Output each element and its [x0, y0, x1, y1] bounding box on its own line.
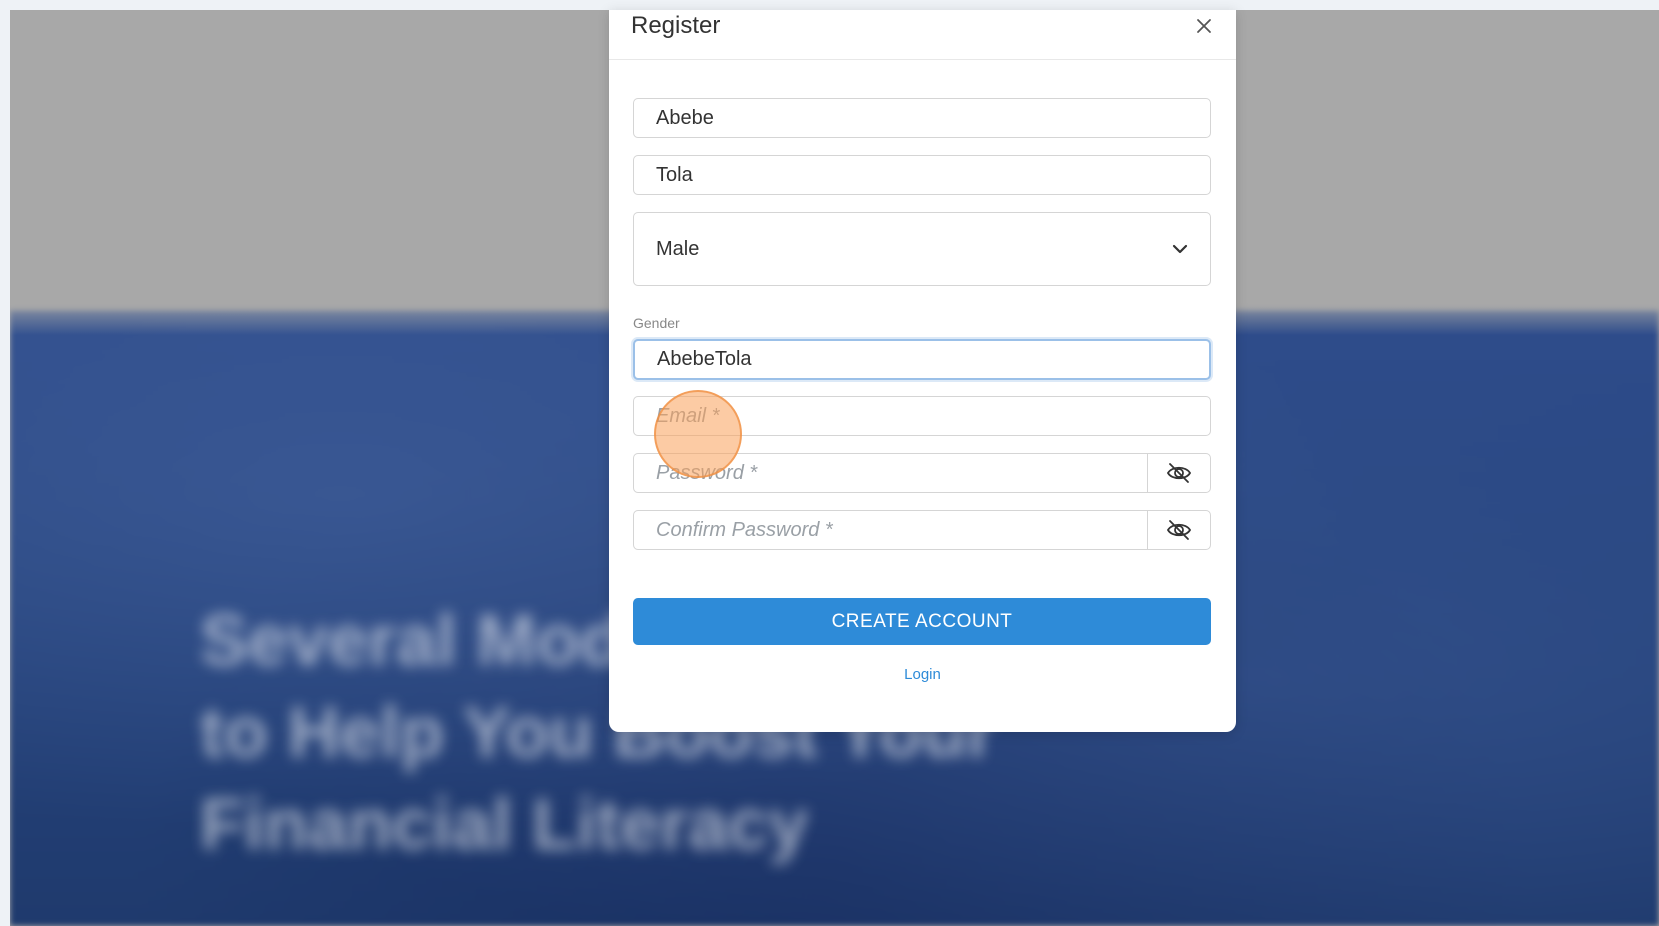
- password-field[interactable]: [633, 453, 1211, 493]
- create-account-button[interactable]: CREATE ACCOUNT: [633, 598, 1211, 645]
- last-name-input[interactable]: [634, 156, 1210, 194]
- first-name-field[interactable]: [633, 98, 1211, 138]
- gender-helper-text: Gender: [633, 315, 680, 331]
- password-visibility-toggle[interactable]: [1147, 454, 1210, 492]
- username-field[interactable]: [633, 339, 1211, 380]
- confirm-password-visibility-toggle[interactable]: [1147, 511, 1210, 549]
- close-button[interactable]: [1192, 14, 1216, 38]
- gender-selected-value: Male: [656, 237, 700, 260]
- email-field[interactable]: [633, 396, 1211, 436]
- eye-off-icon: [1166, 463, 1192, 483]
- password-input[interactable]: [634, 454, 1147, 492]
- email-input[interactable]: [634, 397, 1210, 435]
- confirm-password-field[interactable]: [633, 510, 1211, 550]
- chevron-down-icon: [1160, 244, 1200, 254]
- eye-off-icon: [1166, 520, 1192, 540]
- modal-title: Register: [631, 12, 721, 39]
- last-name-field[interactable]: [633, 155, 1211, 195]
- gender-select[interactable]: Male: [633, 212, 1211, 286]
- username-input[interactable]: [635, 341, 1209, 378]
- close-icon: [1197, 19, 1211, 33]
- modal-header: Register: [609, 10, 1236, 60]
- register-modal: Register Male Gender: [609, 10, 1236, 732]
- hero-line-3: Financial Literacy: [200, 785, 809, 865]
- login-link[interactable]: Login: [609, 666, 1236, 683]
- first-name-input[interactable]: [634, 99, 1210, 137]
- confirm-password-input[interactable]: [634, 511, 1147, 549]
